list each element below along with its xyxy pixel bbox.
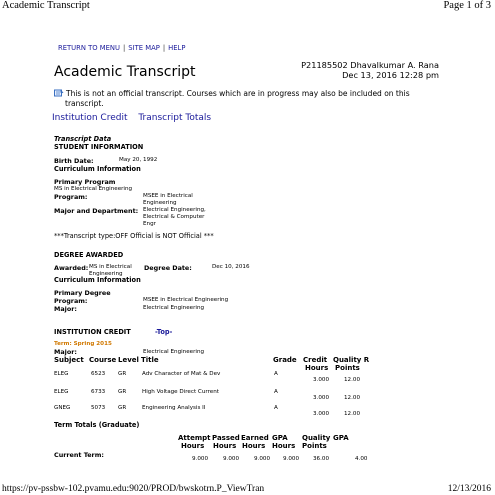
student-meta: P21185502 Dhavalkumar A. Rana Dec 13, 20… bbox=[301, 60, 439, 80]
birth-date-label: Birth Date: bbox=[54, 157, 94, 165]
program-value: MSEE in Electrical Engineering bbox=[143, 193, 193, 206]
help-link[interactable]: HELP bbox=[168, 44, 185, 52]
tab-links: Institution Credit Transcript Totals bbox=[52, 113, 211, 123]
institution-credit-heading: INSTITUTION CREDIT bbox=[54, 328, 131, 336]
inst-major-value: Electrical Engineering bbox=[143, 349, 205, 355]
primary-degree-label: Primary Degree bbox=[54, 289, 111, 297]
major-dept-label: Major and Department: bbox=[54, 207, 139, 215]
awarded-label: Awarded: bbox=[54, 264, 89, 272]
program-description: MS in Electrical Engineering bbox=[54, 186, 133, 192]
degree-program-value: MSEE in Electrical Engineering bbox=[143, 297, 229, 303]
info-icon bbox=[54, 89, 64, 99]
page-title-print: Academic Transcript bbox=[2, 0, 90, 11]
transcript-type: ***Transcript type:OFF Official is NOT O… bbox=[54, 232, 214, 240]
degree-date-label: Degree Date: bbox=[144, 264, 192, 272]
curriculum-heading: Curriculum Information bbox=[54, 165, 141, 173]
page-counter: Page 1 of 3 bbox=[443, 0, 491, 11]
student-id-name: P21185502 Dhavalkumar A. Rana bbox=[301, 60, 439, 70]
degree-program-label: Program: bbox=[54, 297, 88, 305]
notice-line2: transcript. bbox=[65, 99, 104, 108]
student-info-heading: STUDENT INFORMATION bbox=[54, 143, 144, 151]
degree-curriculum-heading: Curriculum Information bbox=[54, 276, 141, 284]
page-title: Academic Transcript bbox=[54, 64, 196, 80]
top-nav: RETURN TO MENU | SITE MAP | HELP bbox=[58, 44, 186, 52]
degree-date-value: Dec 10, 2016 bbox=[212, 264, 250, 270]
degree-major-label: Major: bbox=[54, 305, 77, 313]
transcript-data-heading: Transcript Data bbox=[54, 135, 112, 143]
primary-program-label: Primary Program bbox=[54, 178, 116, 186]
notice-line1: This is not an official transcript. Cour… bbox=[66, 89, 410, 98]
top-link[interactable]: -Top- bbox=[155, 328, 172, 336]
print-date: 12/13/2016 bbox=[447, 484, 491, 494]
degree-major-value: Electrical Engineering bbox=[143, 305, 205, 311]
major-dept-value: Electrical Engineering, Electrical & Com… bbox=[143, 207, 206, 227]
tab-institution-credit[interactable]: Institution Credit bbox=[52, 113, 127, 123]
site-map-link[interactable]: SITE MAP bbox=[128, 44, 160, 52]
current-term-label: Current Term: bbox=[54, 451, 104, 459]
term-totals-heading: Term Totals (Graduate) bbox=[54, 421, 140, 429]
birth-date-value: May 20, 1992 bbox=[119, 157, 158, 163]
inst-major-label: Major: bbox=[54, 348, 77, 356]
transcript-date: Dec 13, 2016 12:28 pm bbox=[342, 70, 439, 80]
term-label: Term: Spring 2015 bbox=[54, 341, 112, 347]
degree-heading: DEGREE AWARDED bbox=[54, 251, 124, 259]
tab-transcript-totals[interactable]: Transcript Totals bbox=[138, 113, 211, 123]
notice: This is not an official transcript. Cour… bbox=[54, 89, 410, 108]
page-url: https://pv-pssbw-102.pvamu.edu:9020/PROD… bbox=[2, 484, 265, 494]
return-to-menu-link[interactable]: RETURN TO MENU bbox=[58, 44, 120, 52]
program-label: Program: bbox=[54, 193, 88, 201]
